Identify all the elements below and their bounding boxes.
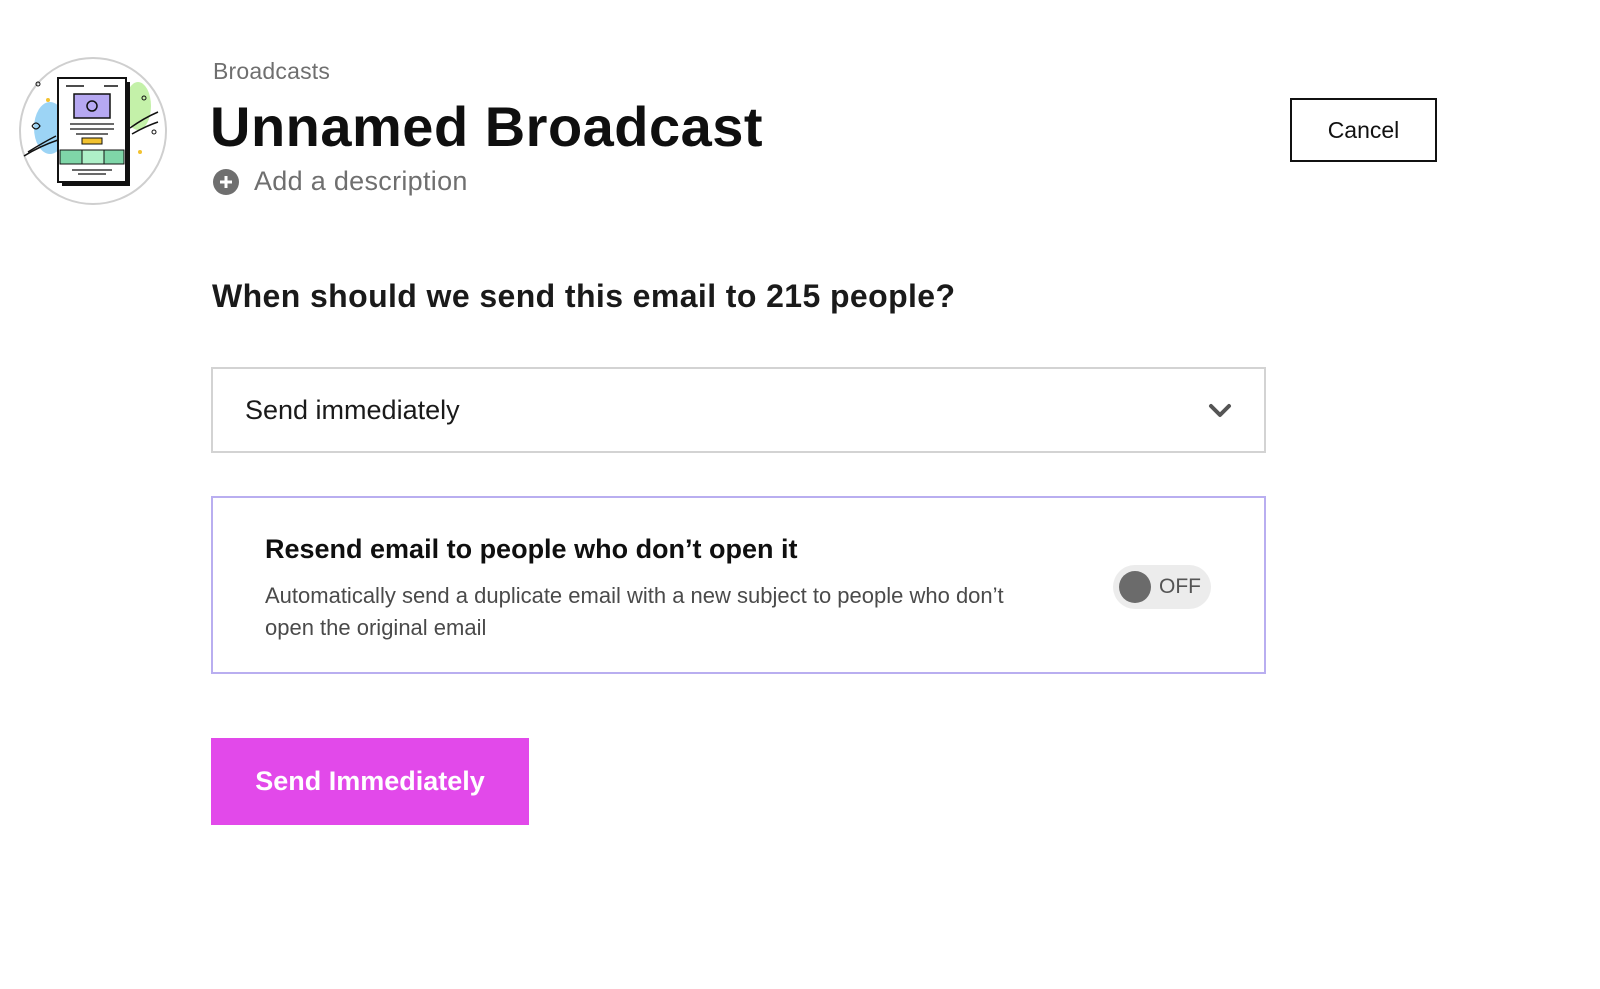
- schedule-question: When should we send this email to 215 pe…: [212, 278, 956, 314]
- page-title[interactable]: Unnamed Broadcast: [210, 94, 763, 159]
- plus-circle-icon: [213, 168, 239, 195]
- avatar: [18, 56, 168, 206]
- breadcrumb[interactable]: Broadcasts: [213, 58, 330, 85]
- send-immediately-button[interactable]: Send Immediately: [211, 738, 529, 825]
- toggle-knob: [1119, 571, 1151, 603]
- add-description-button[interactable]: Add a description: [212, 166, 468, 197]
- chevron-down-icon: [1209, 404, 1231, 417]
- resend-toggle[interactable]: OFF: [1113, 565, 1211, 609]
- toggle-state-label: OFF: [1159, 575, 1201, 598]
- schedule-select-value: Send immediately: [245, 394, 460, 425]
- add-description-label: Add a description: [254, 166, 468, 196]
- resend-title: Resend email to people who don’t open it: [265, 534, 798, 564]
- cancel-button[interactable]: Cancel: [1290, 98, 1437, 162]
- resend-description: Automatically send a duplicate email wit…: [265, 583, 1004, 640]
- broadcast-illustration-icon: [19, 57, 167, 205]
- schedule-select[interactable]: Send immediately: [211, 367, 1266, 453]
- resend-option-card: Resend email to people who don’t open it…: [211, 496, 1266, 674]
